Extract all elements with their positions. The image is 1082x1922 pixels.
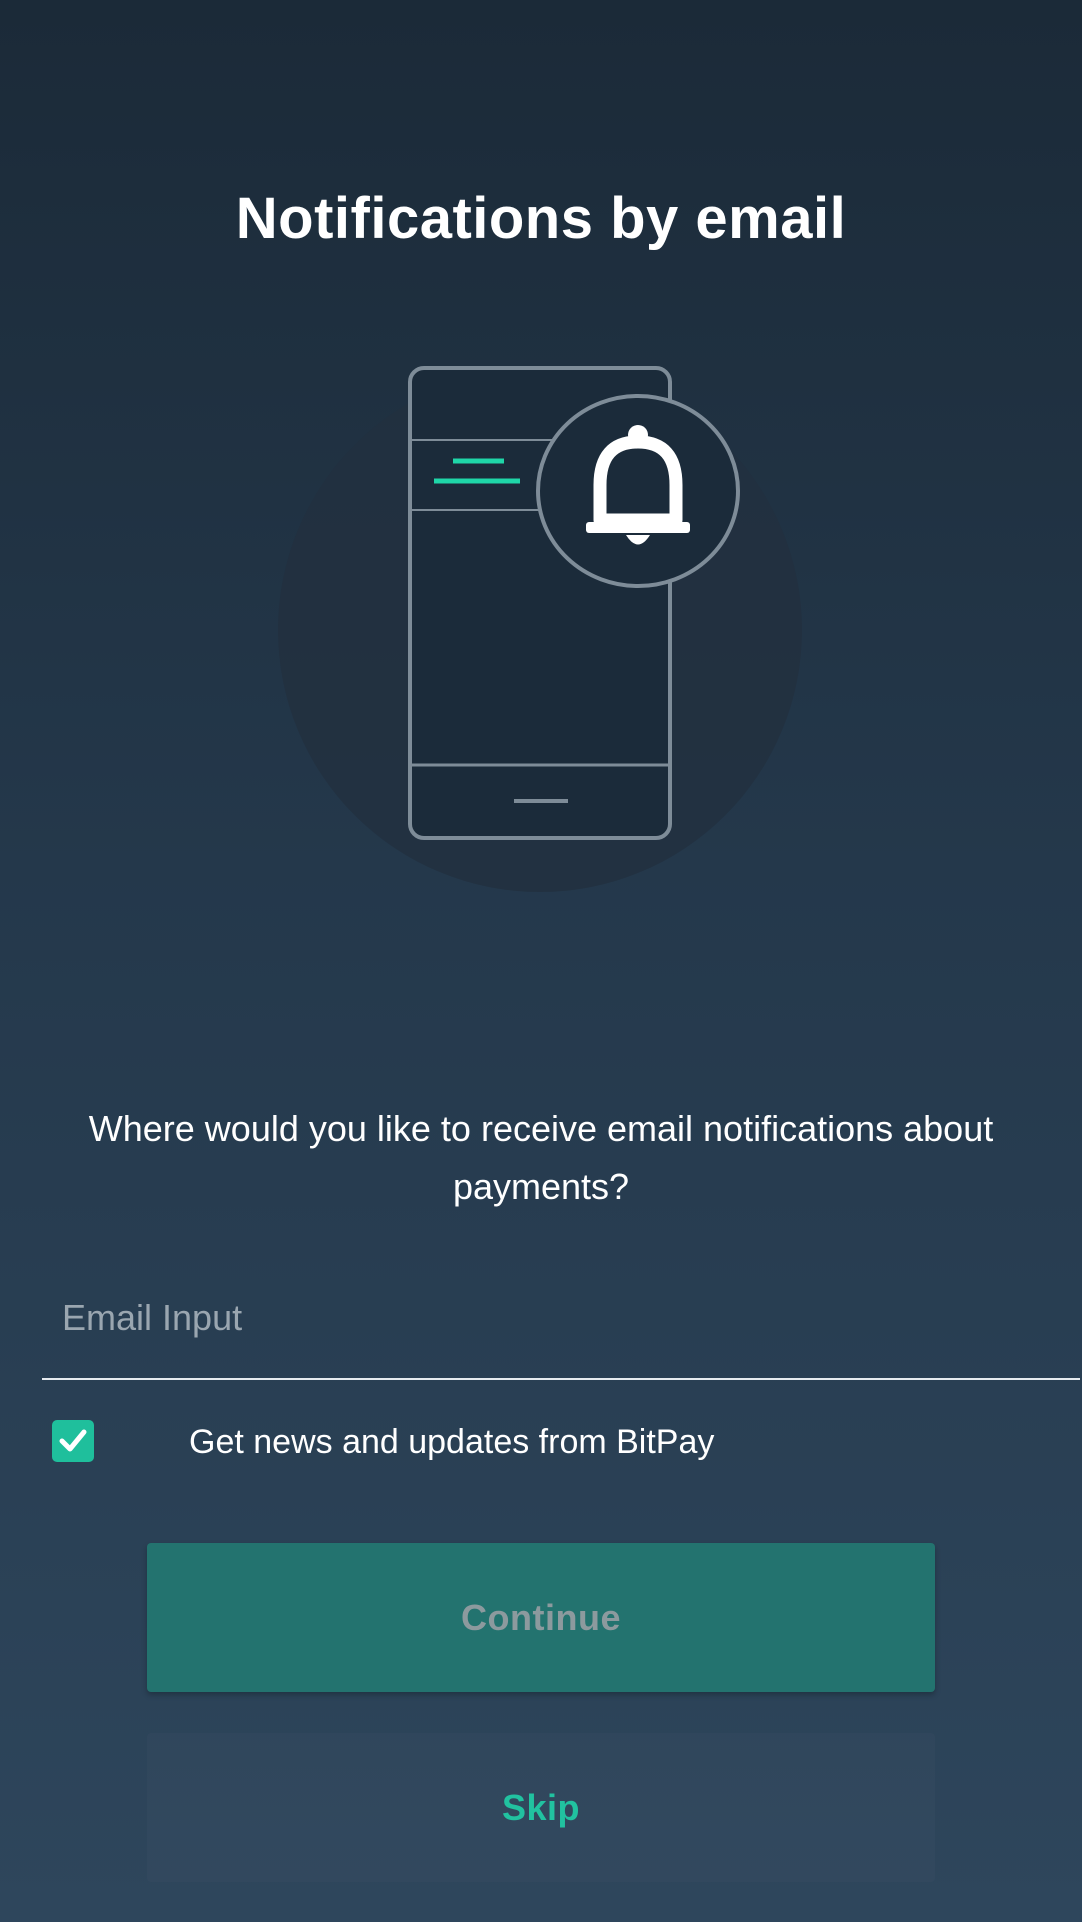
phone-with-bell-icon <box>278 366 802 892</box>
skip-button[interactable]: Skip <box>147 1733 935 1882</box>
notifications-email-screen: Notifications by email Where would you l… <box>0 0 1082 1922</box>
newsletter-label: Get news and updates from BitPay <box>189 1423 715 1461</box>
page-title: Notifications by email <box>235 186 847 251</box>
phone-notification-illustration <box>260 340 820 920</box>
newsletter-option[interactable]: Get news and updates from BitPay <box>52 1420 1032 1464</box>
description-text: Where would you like to receive email no… <box>88 1108 994 1207</box>
email-input[interactable] <box>62 1288 1022 1348</box>
newsletter-checkbox[interactable] <box>52 1420 94 1462</box>
checkmark-icon <box>59 1429 87 1452</box>
continue-button[interactable]: Continue <box>147 1543 935 1692</box>
email-field[interactable] <box>42 1270 1080 1380</box>
